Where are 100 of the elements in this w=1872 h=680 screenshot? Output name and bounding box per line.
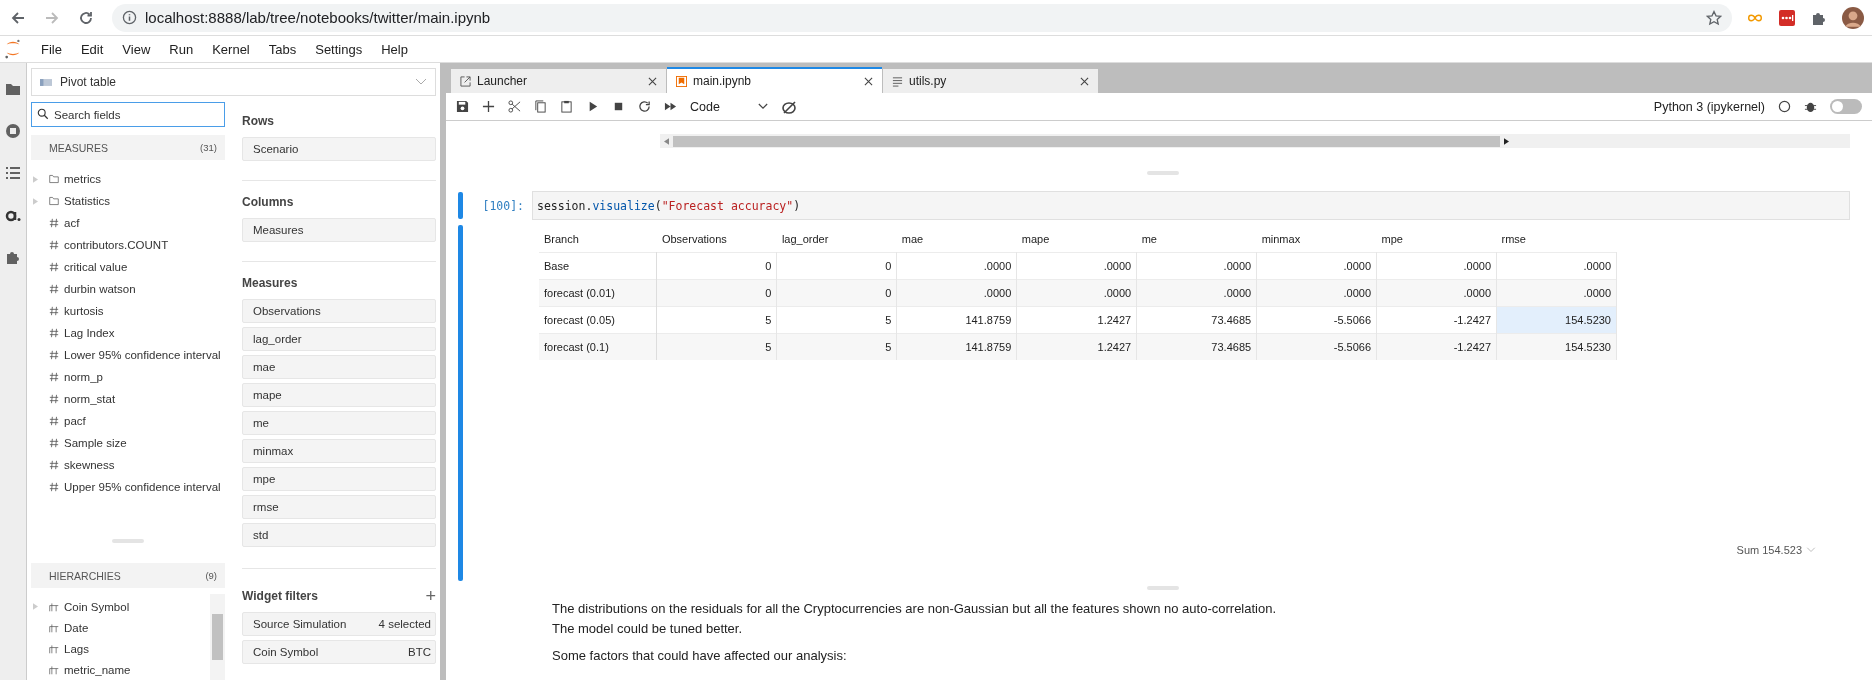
measure-item[interactable]: pacf — [64, 415, 86, 427]
copy-icon[interactable] — [534, 100, 547, 113]
hierarchy-item[interactable]: Date — [64, 621, 89, 634]
measure-item[interactable]: critical value — [64, 261, 128, 273]
hierarchy-item[interactable]: Coin Symbol — [64, 600, 130, 613]
address-bar[interactable]: localhost:8888/lab/tree/notebooks/twitter/main.ipynb — [112, 3, 1732, 32]
column-header[interactable]: me — [1136, 225, 1257, 253]
close-icon[interactable] — [648, 76, 657, 86]
ring-icon[interactable] — [781, 98, 797, 115]
table-cell[interactable]: -5.5066 — [1256, 333, 1377, 360]
close-icon[interactable] — [864, 76, 873, 86]
password-manager-icon[interactable] — [1778, 9, 1796, 26]
bug-icon[interactable] — [1804, 100, 1817, 113]
column-header[interactable]: mae — [896, 225, 1017, 253]
table-cell[interactable]: 5 — [656, 333, 777, 360]
cell-type-dropdown[interactable]: Code — [690, 99, 768, 114]
field-chip[interactable]: me — [242, 411, 436, 435]
table-cell[interactable]: .0000 — [1496, 279, 1617, 307]
menu-item[interactable]: File — [41, 39, 62, 59]
menu-item[interactable]: Kernel — [212, 39, 250, 59]
scrollbar[interactable] — [660, 134, 1850, 148]
menu-item[interactable]: Run — [169, 39, 194, 59]
menu-item[interactable]: Edit — [80, 39, 104, 59]
scroll-left-icon[interactable] — [664, 137, 669, 145]
paste-icon[interactable] — [560, 100, 573, 113]
restart-icon[interactable] — [638, 100, 651, 113]
table-cell[interactable]: -1.2427 — [1376, 333, 1497, 360]
table-cell[interactable]: .0000 — [1376, 279, 1497, 307]
table-cell[interactable]: 154.5230 — [1496, 333, 1617, 360]
measure-item[interactable]: Sample size — [64, 437, 127, 449]
table-cell[interactable]: 73.4685 — [1136, 333, 1257, 360]
table-cell[interactable]: 141.8759 — [896, 333, 1017, 360]
cut-icon[interactable] — [508, 100, 521, 113]
field-chip[interactable]: Scenario — [242, 137, 436, 161]
field-chip[interactable]: mape — [242, 383, 436, 407]
field-chip[interactable]: mae — [242, 355, 436, 379]
reload-icon[interactable] — [78, 9, 94, 26]
column-header[interactable]: Observations — [656, 225, 777, 253]
field-chip[interactable]: rmse — [242, 495, 436, 519]
add-filter-button[interactable]: + — [425, 589, 436, 609]
scroll-right-icon[interactable] — [1504, 137, 1510, 145]
column-header[interactable]: mape — [1016, 225, 1137, 253]
table-cell[interactable]: forecast (0.01) — [539, 279, 657, 307]
measure-item[interactable]: Lag Index — [64, 327, 115, 339]
menu-item[interactable]: Help — [381, 39, 408, 59]
hierarchy-item[interactable]: Lags — [64, 642, 89, 655]
scrollbar[interactable] — [210, 594, 225, 680]
table-cell[interactable]: 1.2427 — [1016, 333, 1137, 360]
column-header[interactable]: lag_order — [776, 225, 897, 253]
kernel-name[interactable]: Python 3 (ipykernel) — [1653, 99, 1765, 114]
measure-item[interactable]: Upper 95% confidence interval — [64, 481, 221, 493]
column-header[interactable]: mpe — [1376, 225, 1497, 253]
menu-item[interactable]: Tabs — [268, 39, 297, 59]
document-tab[interactable]: main.ipynb — [667, 67, 882, 93]
table-cell[interactable]: 0 — [656, 279, 777, 307]
table-cell[interactable]: .0000 — [1016, 279, 1137, 307]
table-cell[interactable]: 154.5230 — [1496, 306, 1617, 334]
back-icon[interactable] — [10, 9, 26, 26]
document-tab[interactable]: utils.py — [883, 69, 1098, 93]
search-field[interactable]: Search fields — [31, 102, 225, 127]
measure-item[interactable]: durbin watson — [64, 283, 136, 295]
field-chip[interactable]: Measures — [242, 218, 436, 242]
add-icon[interactable] — [482, 100, 495, 113]
close-icon[interactable] — [1080, 76, 1089, 86]
field-chip[interactable]: mpe — [242, 467, 436, 491]
avatar-icon[interactable] — [1842, 6, 1864, 29]
measure-item[interactable]: kurtosis — [64, 305, 104, 317]
star-icon[interactable] — [1706, 9, 1722, 26]
table-cell[interactable]: 5 — [776, 333, 897, 360]
widget-type-dropdown[interactable]: Pivot table — [31, 68, 436, 96]
table-cell[interactable]: .0000 — [1136, 279, 1257, 307]
table-cell[interactable]: 0 — [776, 279, 897, 307]
section-header[interactable]: HIERARCHIES (9) — [31, 563, 225, 588]
section-header[interactable]: MEASURES (31) — [31, 135, 225, 160]
measure-item[interactable]: norm_stat — [64, 393, 116, 405]
menu-item[interactable]: Settings — [315, 39, 363, 59]
fast-forward-icon[interactable] — [664, 100, 677, 113]
column-header[interactable]: Branch — [539, 225, 657, 253]
field-chip[interactable]: Observations — [242, 299, 436, 323]
save-icon[interactable] — [456, 100, 469, 113]
measure-item[interactable]: acf — [64, 217, 80, 229]
debugger-toggle[interactable] — [1830, 99, 1862, 114]
table-cell[interactable]: forecast (0.1) — [539, 333, 657, 360]
field-chip[interactable]: lag_order — [242, 327, 436, 351]
puzzle-icon[interactable] — [5, 249, 21, 265]
table-cell[interactable]: .0000 — [896, 279, 1017, 307]
measure-item[interactable]: skewness — [64, 459, 115, 471]
column-header[interactable]: rmse — [1496, 225, 1617, 253]
document-tab[interactable]: Launcher — [451, 69, 666, 93]
field-chip[interactable]: minmax — [242, 439, 436, 463]
measure-item[interactable]: Statistics — [64, 195, 110, 207]
code-input[interactable]: session.visualize("Forecast accuracy") — [532, 191, 1850, 220]
column-header[interactable]: minmax — [1256, 225, 1377, 253]
field-chip[interactable]: std — [242, 523, 436, 547]
measure-item[interactable]: metrics — [64, 173, 102, 185]
filter-chip[interactable]: Coin Symbol BTC — [242, 640, 436, 664]
stop-circle-icon[interactable] — [5, 123, 21, 139]
measure-item[interactable]: norm_p — [64, 371, 103, 383]
hierarchy-item[interactable]: metric_name — [64, 663, 131, 676]
filter-chip[interactable]: Source Simulation 4 selected — [242, 612, 436, 636]
